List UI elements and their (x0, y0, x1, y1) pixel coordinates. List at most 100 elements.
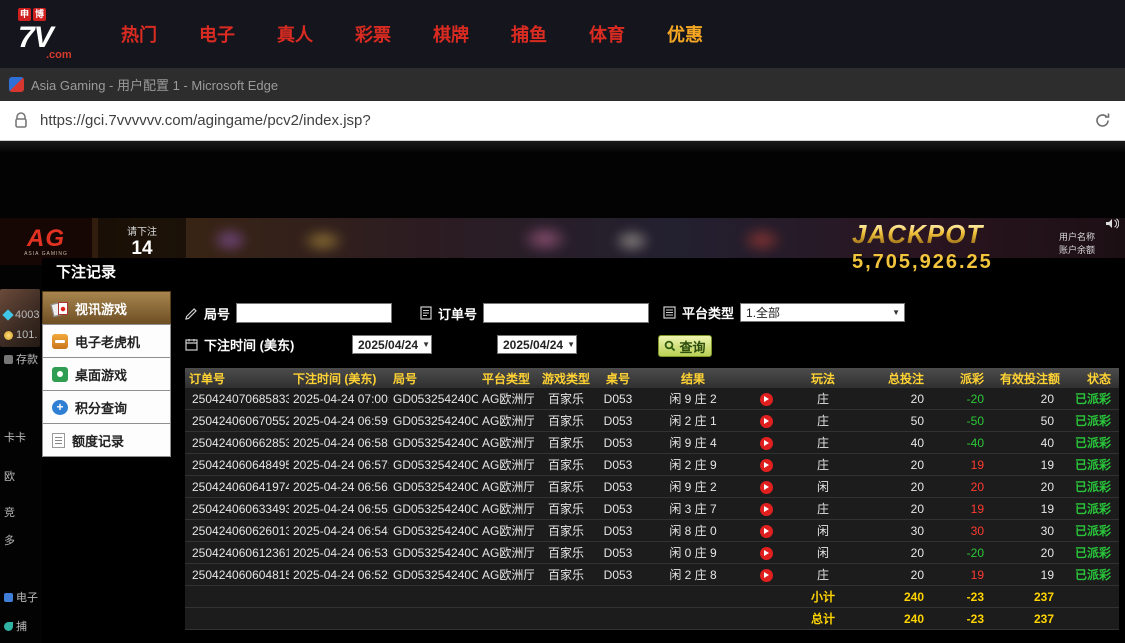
cell-result: 闲 2 庄 8 (638, 563, 748, 586)
cell-time: 2025-04-24 06:59:11 (289, 409, 389, 432)
cell-game: 百家乐 (534, 475, 598, 498)
window-title-bar: Asia Gaming - 用户配置 1 - Microsoft Edge (0, 68, 1125, 101)
background-fragment: 捕 (4, 618, 27, 634)
background-fragment: 竞 (4, 504, 15, 520)
fragment-text: 存款 (16, 354, 38, 366)
cell-time: 2025-04-24 06:56:25 (289, 475, 389, 498)
replay-icon[interactable] (759, 568, 773, 582)
sidebar-item-label: 积分查询 (75, 400, 128, 416)
sidebar-item-slot-machines[interactable]: 电子老虎机 (42, 324, 171, 358)
sidebar-item-label: 电子老虎机 (75, 334, 141, 350)
cell-status: 已派彩 (1066, 475, 1119, 498)
site-logo[interactable]: 申 博 7V .com (18, 7, 90, 61)
cell-result: 闲 8 庄 0 (638, 519, 748, 542)
sound-icon (1105, 218, 1120, 233)
replay-icon[interactable] (759, 546, 773, 560)
replay-icon[interactable] (759, 502, 773, 516)
cell-total: 20 (862, 475, 936, 498)
cell-status: 已派彩 (1066, 431, 1119, 454)
column-header: 有效投注额 (996, 368, 1066, 388)
date-from-select[interactable]: 2025/04/24 (352, 335, 432, 354)
cell-table: D053 (598, 388, 638, 410)
search-button-label: 查询 (679, 339, 706, 355)
cell-status: 已派彩 (1066, 497, 1119, 520)
background-fragment: 欧 (4, 468, 15, 484)
cell-total: 20 (862, 497, 936, 520)
casino-glow (740, 226, 784, 254)
round-input[interactable] (236, 303, 393, 323)
cell-total: 30 (862, 519, 936, 542)
table-row: 2504240606048152025-04-24 06:52:51GD0532… (185, 563, 1119, 586)
order-input[interactable] (483, 303, 650, 323)
column-header: 游戏类型 (534, 368, 598, 388)
round-filter: 局号 (185, 303, 393, 323)
search-icon (664, 340, 676, 352)
cell-payout: 19 (936, 453, 996, 476)
replay-icon[interactable] (759, 480, 773, 494)
replay-icon[interactable] (759, 392, 773, 406)
fragment-text: 欧 (4, 471, 15, 483)
gamepad-icon (4, 592, 13, 602)
sidebar-item-label: 额度记录 (72, 433, 125, 449)
bet-time-filter: 下注时间 (美东) (185, 335, 294, 354)
fragment-text: 4003 (15, 309, 40, 321)
url-text[interactable]: https://gci.7vvvvvv.com/agingame/pcv2/in… (40, 112, 1082, 129)
replay-icon[interactable] (759, 414, 773, 428)
cell-game: 百家乐 (534, 497, 598, 520)
cell-table: D053 (598, 475, 638, 498)
cell-order: 250424060612361 (185, 541, 289, 564)
sidebar-item-video-games[interactable]: 视讯游戏 (42, 291, 171, 325)
cell-time: 2025-04-24 06:53:37 (289, 541, 389, 564)
cell-status: 已派彩 (1066, 388, 1119, 410)
top-nav-item-sports[interactable]: 体育 (589, 21, 625, 47)
table-header-row: 订单号 下注时间 (美东) 局号 平台类型 游戏类型 桌号 结果 玩法 总投注 派彩 有效投注额 状态 (185, 368, 1119, 388)
top-nav-item-hot[interactable]: 热门 (121, 21, 157, 47)
top-nav-item-promo[interactable]: 优惠 (667, 21, 703, 47)
cell-round: GD053254240OP (389, 431, 478, 454)
sidebar-item-quota-records[interactable]: 额度记录 (42, 423, 171, 457)
cell-empty (1066, 607, 1119, 630)
totals-payout: -23 (936, 585, 996, 608)
platform-select[interactable]: 1.全部 (740, 303, 906, 322)
background-fragment: 卡卡 (4, 429, 26, 445)
cell-game: 百家乐 (534, 409, 598, 432)
jackpot: JACKPOT 5,705,926.25 (852, 219, 993, 274)
refresh-icon[interactable] (1094, 112, 1111, 129)
casino-glow (210, 226, 250, 254)
top-nav-item-live[interactable]: 真人 (277, 21, 313, 47)
cell-side: 庄 (784, 388, 862, 410)
replay-icon[interactable] (759, 524, 773, 538)
background-left-strip: 4003 101. 存款 卡卡欧竞多电子捕 (0, 141, 42, 643)
cell-platform: AG欧洲厅 (478, 475, 534, 498)
totals-valid: 237 (996, 585, 1066, 608)
casino-glow (612, 228, 652, 254)
table-row: 2504240606484952025-04-24 06:57:04GD0532… (185, 453, 1119, 476)
cell-status: 已派彩 (1066, 563, 1119, 586)
cell-game: 百家乐 (534, 541, 598, 564)
cell-order: 250424060670552 (185, 409, 289, 432)
sidebar-item-points-query[interactable]: 积分查询 (42, 390, 171, 424)
column-header: 结果 (638, 368, 748, 388)
date-to-value: 2025/04/24 (503, 337, 564, 352)
date-to-select[interactable]: 2025/04/24 (497, 335, 577, 354)
cell-status: 已派彩 (1066, 453, 1119, 476)
cell-total: 50 (862, 409, 936, 432)
cell-time: 2025-04-24 06:54:54 (289, 519, 389, 542)
search-button[interactable]: 查询 (658, 335, 712, 357)
replay-icon[interactable] (759, 436, 773, 450)
replay-icon[interactable] (759, 458, 773, 472)
cell-total: 20 (862, 453, 936, 476)
cell-order: 250424060626013 (185, 519, 289, 542)
sidebar-item-table-games[interactable]: 桌面游戏 (42, 357, 171, 391)
top-nav-item-slots[interactable]: 电子 (199, 21, 235, 47)
cell-round: GD053254240OH (389, 563, 478, 586)
top-nav-item-lottery[interactable]: 彩票 (355, 21, 391, 47)
cell-time: 2025-04-24 06:52:51 (289, 563, 389, 586)
cell-valid: 20 (996, 388, 1066, 410)
cell-table: D053 (598, 431, 638, 454)
bet-records-panel: 下注记录 视讯游戏电子老虎机桌面游戏积分查询额度记录 局号 (42, 258, 1125, 643)
cell-spacer (185, 607, 784, 630)
top-nav-item-fishing[interactable]: 捕鱼 (511, 21, 547, 47)
top-nav-item-board[interactable]: 棋牌 (433, 21, 469, 47)
to-group: 至 (466, 335, 482, 359)
